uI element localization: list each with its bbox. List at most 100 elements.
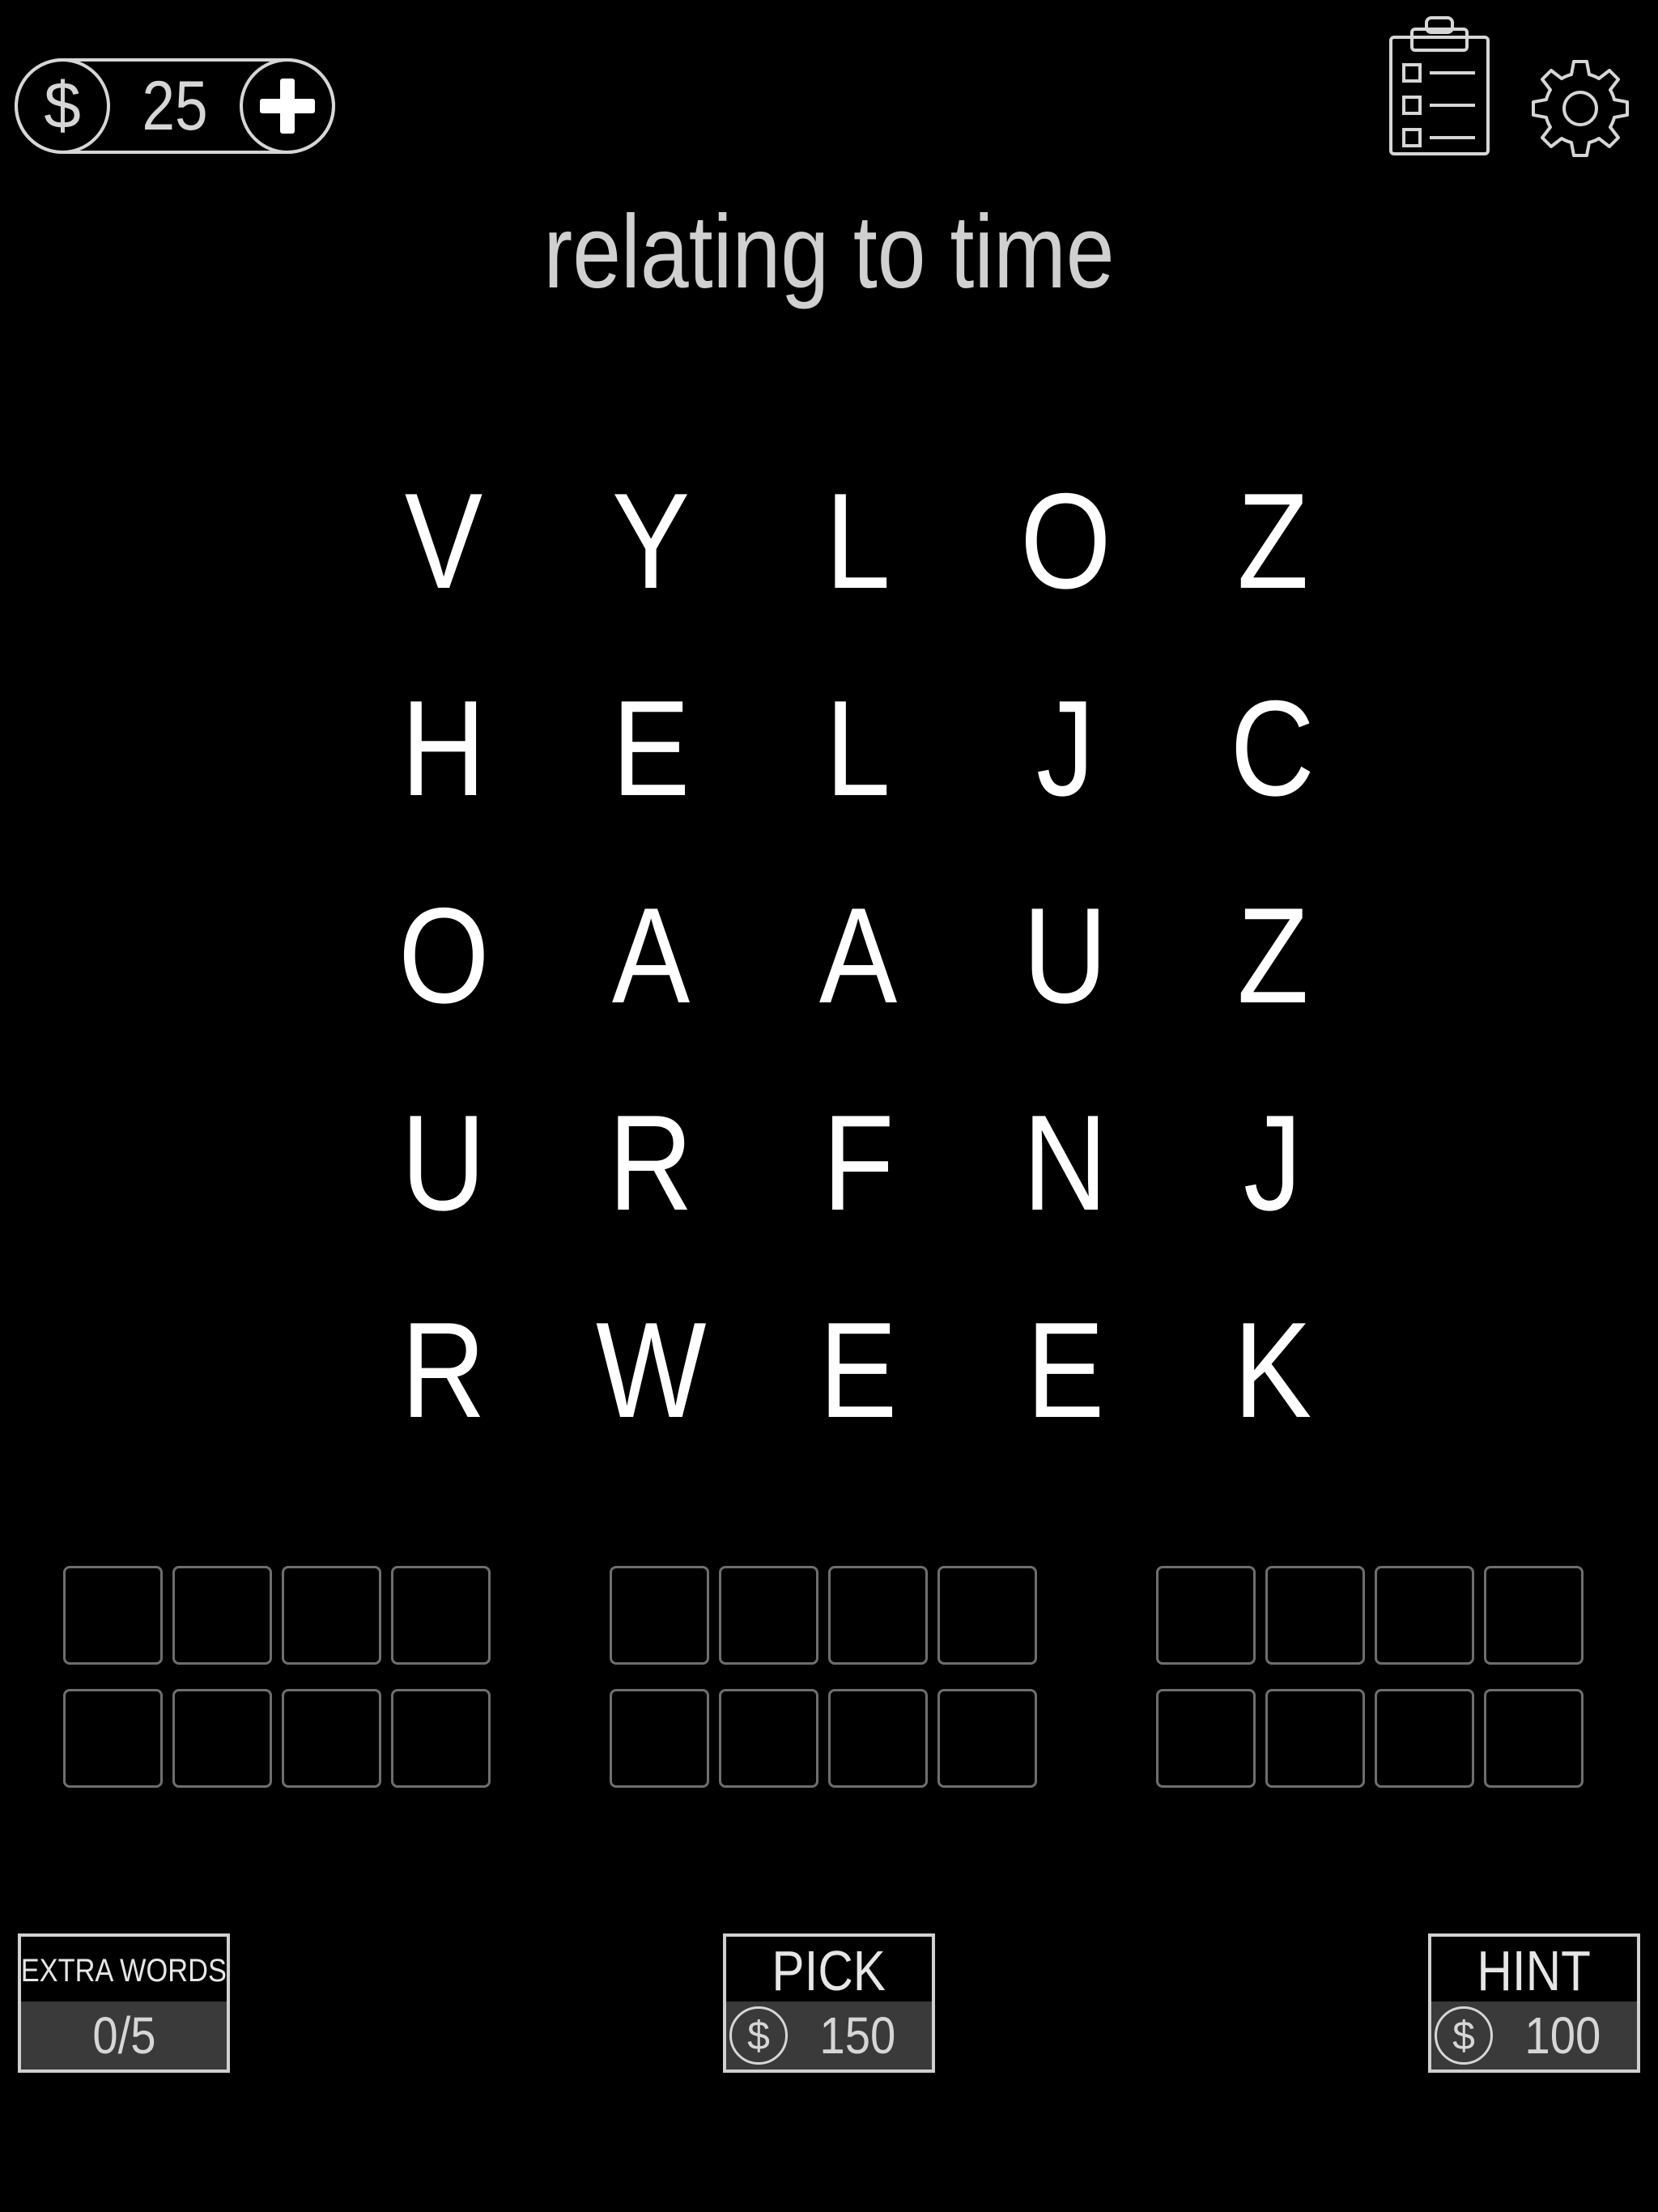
letter-tile[interactable]: R (340, 1266, 547, 1474)
letter-tile[interactable]: E (755, 1266, 962, 1474)
tasks-button[interactable] (1388, 13, 1493, 157)
letter-tile[interactable]: H (340, 644, 547, 852)
answer-letter-slot (1375, 1566, 1474, 1665)
letter-tile-label: L (825, 672, 891, 824)
letter-tile-label: Z (1236, 465, 1309, 617)
letter-tile[interactable]: U (962, 852, 1169, 1059)
extra-words-button[interactable]: EXTRA WORDS 0/5 (18, 1933, 230, 2073)
answer-letter-slot (391, 1566, 491, 1665)
letter-tile-label: Z (1236, 879, 1309, 1032)
extra-words-label: EXTRA WORDS (20, 1953, 227, 1989)
letter-tile[interactable]: C (1169, 644, 1376, 852)
answer-word-slot (610, 1689, 1037, 1788)
answer-letter-slot (1484, 1566, 1584, 1665)
hint-button[interactable]: HINT $ 100 (1428, 1933, 1640, 2073)
letter-tile-label: N (1022, 1087, 1108, 1239)
letter-tile[interactable]: Z (1169, 852, 1376, 1059)
letter-tile-label: U (401, 1087, 487, 1239)
answer-letter-slot (828, 1566, 928, 1665)
answer-word-slot (1156, 1566, 1584, 1665)
letter-tile[interactable]: W (547, 1266, 755, 1474)
letter-tile-label: H (401, 672, 487, 824)
letter-tile-label: E (611, 672, 691, 824)
answer-letter-slot (282, 1566, 381, 1665)
letter-tile-label: W (595, 1294, 707, 1446)
letter-tile-label: A (611, 879, 691, 1032)
answer-letter-slot (172, 1566, 272, 1665)
answer-letter-slot (1484, 1689, 1584, 1788)
letter-tile-label: J (1035, 672, 1095, 824)
letter-tile-label: R (401, 1294, 487, 1446)
letter-tile-label: O (397, 879, 490, 1032)
letter-tile[interactable]: V (340, 437, 547, 644)
answer-letter-slot (63, 1689, 163, 1788)
extra-words-count: 0/5 (91, 2006, 156, 2065)
letter-tile[interactable]: L (755, 644, 962, 852)
letter-tile[interactable]: R (547, 1059, 755, 1266)
letter-grid[interactable]: VYLOZHELJCOAAUZURFNJRWEEK (340, 437, 1376, 1474)
coin-count: 25 (142, 66, 208, 145)
answer-letter-slot (719, 1566, 818, 1665)
pick-button[interactable]: PICK $ 150 (723, 1933, 935, 2073)
clipboard-list-icon (1389, 16, 1490, 155)
settings-button[interactable] (1528, 57, 1632, 160)
answer-letter-slot (719, 1689, 818, 1788)
answer-letter-slot (1375, 1689, 1474, 1788)
hint-label: HINT (1477, 1939, 1592, 2002)
answer-letter-slot (610, 1689, 709, 1788)
letter-tile[interactable]: E (547, 644, 755, 852)
dollar-coin-icon: $ (15, 58, 110, 154)
letter-tile[interactable]: U (340, 1059, 547, 1266)
answer-word-slot (63, 1566, 491, 1665)
coin-balance[interactable]: $ 25 (15, 58, 335, 154)
add-coins-button[interactable] (240, 58, 335, 154)
answer-letter-slot (1156, 1689, 1256, 1788)
letter-tile[interactable]: F (755, 1059, 962, 1266)
answer-letter-slot (1156, 1566, 1256, 1665)
letter-tile-label: A (818, 879, 898, 1032)
letter-tile-label: Y (611, 465, 691, 617)
hint-price: 100 (1524, 2006, 1601, 2065)
letter-tile-label: J (1243, 1087, 1303, 1239)
letter-tile-label: V (404, 465, 483, 617)
pick-label: PICK (772, 1939, 886, 2002)
letter-tile[interactable]: J (1169, 1059, 1376, 1266)
answer-letter-slot (1265, 1566, 1365, 1665)
dollar-coin-icon: $ (1435, 2006, 1493, 2065)
plus-icon (260, 79, 315, 134)
answer-letter-slot (172, 1689, 272, 1788)
answer-letter-slot (63, 1566, 163, 1665)
answer-letter-slot (1265, 1689, 1365, 1788)
letter-tile[interactable]: Z (1169, 437, 1376, 644)
letter-tile-label: E (1026, 1294, 1105, 1446)
answer-word-slot (1156, 1689, 1584, 1788)
letter-tile-label: O (1019, 465, 1112, 617)
letter-tile-label: F (822, 1087, 895, 1239)
letter-tile-label: K (1233, 1294, 1312, 1446)
letter-tile[interactable]: E (962, 1266, 1169, 1474)
letter-tile[interactable]: A (547, 852, 755, 1059)
answer-letter-slot (828, 1689, 928, 1788)
letter-tile-label: U (1022, 879, 1108, 1032)
letter-tile[interactable]: O (340, 852, 547, 1059)
answer-letter-slot (610, 1566, 709, 1665)
puzzle-clue: relating to time (543, 194, 1115, 310)
answer-letter-slot (937, 1689, 1037, 1788)
answer-letter-slot (391, 1689, 491, 1788)
answer-word-slot (63, 1689, 491, 1788)
letter-tile[interactable]: N (962, 1059, 1169, 1266)
answer-letter-slot (282, 1689, 381, 1788)
letter-tile-label: L (825, 465, 891, 617)
letter-tile[interactable]: K (1169, 1266, 1376, 1474)
letter-tile[interactable]: Y (547, 437, 755, 644)
answer-letter-slot (937, 1566, 1037, 1665)
letter-tile[interactable]: J (962, 644, 1169, 852)
letter-tile-label: E (818, 1294, 898, 1446)
letter-tile[interactable]: L (755, 437, 962, 644)
letter-tile-label: C (1230, 672, 1316, 824)
dollar-coin-icon: $ (729, 2006, 788, 2065)
letter-tile[interactable]: A (755, 852, 962, 1059)
answer-word-slot (610, 1566, 1037, 1665)
gear-icon (1532, 60, 1629, 157)
letter-tile[interactable]: O (962, 437, 1169, 644)
